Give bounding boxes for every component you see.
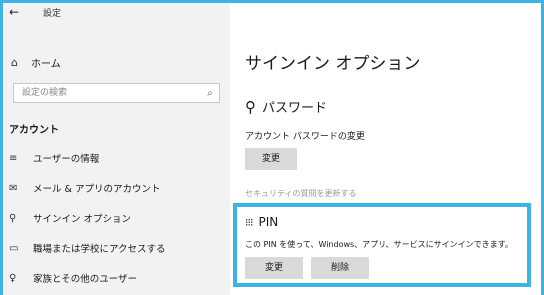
sidebar: ← 設定 ⌂ ホーム ⌕ アカウント ≡ ユーザーの情報 ✉ メール & アプリ… bbox=[3, 3, 230, 295]
sidebar-item-email-accounts[interactable]: ✉ メール & アプリのアカウント bbox=[3, 173, 230, 203]
pin-section: ⁝⁝⁝ PIN この PIN を使って、Windows、アプリ、サービスにサイン… bbox=[233, 203, 531, 287]
sidebar-item-family[interactable]: ♀ 家族とその他のユーザー bbox=[3, 263, 230, 293]
search-input[interactable] bbox=[14, 84, 201, 102]
sidebar-item-home[interactable]: ⌂ ホーム bbox=[3, 51, 230, 73]
sidebar-item-sign-in-options[interactable]: ⚲ サインイン オプション bbox=[3, 203, 230, 233]
app-title: 設定 bbox=[43, 8, 62, 19]
password-heading-label: パスワード bbox=[262, 101, 328, 116]
mail-icon: ✉ bbox=[9, 182, 18, 194]
section-title: アカウント bbox=[9, 125, 59, 136]
password-description: アカウント パスワードの変更 bbox=[245, 132, 365, 142]
pin-heading-label: PIN bbox=[258, 215, 279, 229]
search-icon[interactable]: ⌕ bbox=[201, 88, 219, 99]
pin-heading: ⁝⁝⁝ PIN bbox=[245, 215, 278, 229]
sidebar-item-label: メール & アプリのアカウント bbox=[33, 184, 161, 195]
sidebar-item-work-school[interactable]: ▭ 職場または学校にアクセスする bbox=[3, 233, 230, 263]
change-pin-button[interactable]: 変更 bbox=[245, 257, 303, 279]
page-title: サインイン オプション bbox=[245, 54, 421, 74]
keypad-icon: ⁝⁝⁝ bbox=[245, 215, 253, 229]
back-arrow-icon[interactable]: ← bbox=[3, 5, 43, 19]
sidebar-nav: ≡ ユーザーの情報 ✉ メール & アプリのアカウント ⚲ サインイン オプショ… bbox=[3, 143, 230, 293]
user-info-icon: ≡ bbox=[9, 152, 18, 164]
person-icon: ♀ bbox=[9, 272, 17, 284]
pin-description: この PIN を使って、Windows、アプリ、サービスにサインインできます。 bbox=[245, 240, 513, 249]
remove-pin-button[interactable]: 削除 bbox=[311, 257, 369, 279]
key-icon: ⚲ bbox=[245, 97, 256, 116]
security-questions-link[interactable]: セキュリティの質問を更新する bbox=[245, 188, 357, 199]
change-password-button[interactable]: 変更 bbox=[245, 148, 297, 170]
home-icon: ⌂ bbox=[11, 55, 18, 69]
pin-buttons: 変更 削除 bbox=[245, 257, 369, 279]
settings-search: ⌕ bbox=[13, 83, 220, 103]
sidebar-item-label: 職場または学校にアクセスする bbox=[33, 244, 166, 255]
title-bar: ← 設定 bbox=[3, 3, 230, 21]
password-heading: ⚲ パスワード bbox=[245, 97, 328, 117]
key-icon: ⚲ bbox=[9, 212, 17, 224]
sidebar-item-user-info[interactable]: ≡ ユーザーの情報 bbox=[3, 143, 230, 173]
sidebar-item-label: ユーザーの情報 bbox=[33, 154, 100, 165]
briefcase-icon: ▭ bbox=[9, 242, 19, 254]
sidebar-item-label: ホーム bbox=[31, 58, 61, 70]
main-content: サインイン オプション ⚲ パスワード アカウント パスワードの変更 変更 セキ… bbox=[230, 3, 541, 295]
sidebar-item-label: サインイン オプション bbox=[33, 214, 132, 225]
sidebar-item-label: 家族とその他のユーザー bbox=[33, 274, 138, 285]
